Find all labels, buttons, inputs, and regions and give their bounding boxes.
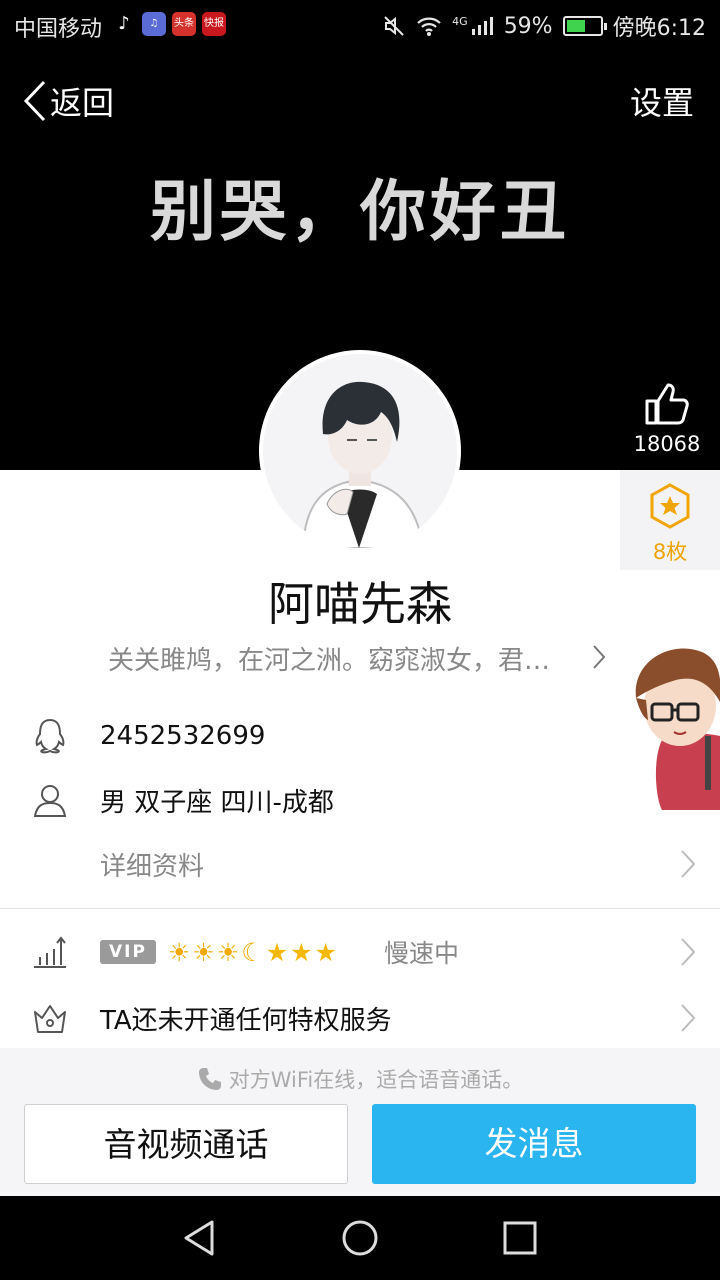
details-label: 详细资料 — [100, 851, 205, 882]
privilege-row[interactable]: TA还未开通任何特权服务 — [0, 986, 720, 1050]
sun-icon: ☀ — [168, 937, 191, 967]
qq-penguin-icon — [35, 718, 65, 754]
nav-recents-icon[interactable] — [500, 1218, 540, 1258]
star-icon: ★ — [314, 937, 337, 967]
vip-badge: VIP — [100, 940, 156, 964]
battery-percent: 59% — [503, 13, 553, 39]
wifi-icon — [417, 17, 441, 36]
star-icon: ★ — [290, 937, 313, 967]
cover-text: 别哭，你好丑 — [150, 173, 570, 250]
tiktok-icon: ♪ — [112, 12, 136, 36]
music-icon: ♫ — [142, 12, 166, 36]
action-bar: 对方WiFi在线，适合语音通话。 音视频通话 发消息 — [0, 1048, 720, 1196]
level-icons: ☀ ☀ ☀ ☾ ★ ★ ★ — [168, 938, 337, 967]
sun-icon: ☀ — [216, 937, 240, 967]
like-count: 18068 — [633, 432, 701, 456]
chevron-right-icon — [681, 938, 696, 966]
vip-row[interactable]: VIP ☀ ☀ ☀ ☾ ★ ★ ★ 慢速中 — [0, 920, 720, 984]
qq-number: 2452532699 — [100, 721, 266, 751]
news-icon: 头条 — [172, 12, 196, 36]
nav-home-icon[interactable] — [340, 1218, 380, 1258]
star-icon: ★ — [265, 937, 289, 967]
mascot-sticker[interactable] — [622, 640, 720, 810]
signature[interactable]: 关关雎鸠，在河之洲。窈窕淑女，君… — [108, 640, 550, 677]
phone-icon — [198, 1068, 221, 1090]
crown-icon — [34, 1005, 66, 1033]
privilege-text: TA还未开通任何特权服务 — [100, 1005, 392, 1036]
clock: 傍晚6:12 — [612, 16, 706, 41]
back-label: 返回 — [50, 84, 115, 122]
chevron-right-icon — [681, 850, 696, 878]
battery-icon — [562, 16, 607, 36]
mute-icon — [384, 16, 404, 36]
hot-news-icon: 快报 — [202, 12, 226, 36]
send-message-button[interactable]: 发消息 — [372, 1104, 696, 1184]
notification-icons: ♪ ♫ 头条 快报 — [112, 12, 226, 36]
basic-info: 男 双子座 四川-成都 — [100, 787, 334, 818]
chevron-right-icon — [681, 1004, 696, 1032]
signal-icon — [471, 17, 493, 35]
status-bar: 中国移动 ♪ ♫ 头条 快报 4G 59% 傍晚6:12 — [0, 0, 720, 50]
settings-button[interactable]: 设置 — [630, 78, 694, 124]
carrier-name: 中国移动 — [14, 17, 103, 42]
level-speed-status: 慢速中 — [384, 939, 460, 968]
call-hint-text: 对方WiFi在线，适合语音通话。 — [228, 1068, 524, 1092]
qq-number-row[interactable]: 2452532699 — [0, 704, 720, 768]
audio-video-call-button[interactable]: 音视频通话 — [24, 1104, 348, 1184]
system-nav-bar — [0, 1196, 720, 1280]
medal-count: 8枚 — [652, 540, 688, 564]
chevron-left-icon — [23, 80, 46, 122]
medal-button[interactable]: 8枚 — [620, 470, 720, 570]
nav-back-icon[interactable] — [180, 1218, 220, 1258]
like-button[interactable]: 18068 — [632, 382, 702, 456]
person-icon — [33, 785, 67, 817]
section-divider — [0, 908, 720, 909]
back-button[interactable]: 返回 — [22, 78, 114, 124]
call-hint: 对方WiFi在线，适合语音通话。 — [0, 1064, 720, 1094]
avatar-illustration — [263, 354, 457, 548]
moon-icon: ☾ — [241, 937, 264, 967]
network-type: 4G — [452, 14, 468, 28]
basic-info-row[interactable]: 男 双子座 四川-成都 — [0, 768, 720, 832]
thumbs-up-icon — [645, 383, 689, 425]
avatar[interactable] — [259, 350, 461, 552]
level-chart-icon — [34, 936, 66, 968]
nickname: 阿喵先森 — [268, 577, 452, 631]
sun-icon: ☀ — [192, 937, 215, 967]
medal-icon — [650, 483, 690, 529]
chevron-right-icon[interactable] — [592, 644, 606, 670]
details-row[interactable]: 详细资料 — [0, 832, 720, 896]
